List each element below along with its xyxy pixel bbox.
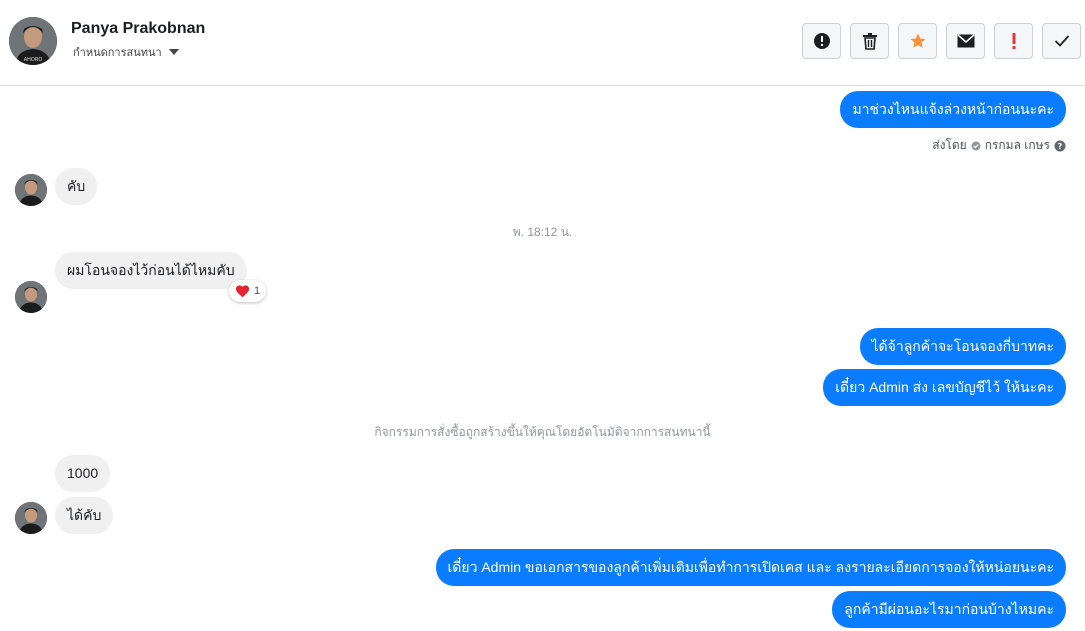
outgoing-message[interactable]: ได้จ้าลูกค้าจะโอนจองกี่บาทคะ bbox=[859, 328, 1066, 365]
exclamation-icon bbox=[1012, 33, 1015, 49]
important-button[interactable] bbox=[994, 23, 1033, 59]
person-photo-icon bbox=[15, 281, 47, 313]
outgoing-message[interactable]: มาช่วงไหนแจ้งล่วงหน้าก่อนนะคะ bbox=[840, 91, 1066, 128]
incoming-message[interactable]: คับ bbox=[55, 168, 98, 205]
sent-by-info: ส่งโดย กรกมล เกษร ? bbox=[932, 136, 1066, 155]
message-reaction[interactable]: 1 bbox=[229, 280, 267, 302]
heart-icon bbox=[235, 285, 250, 298]
incoming-message[interactable]: ได้คับ bbox=[55, 497, 114, 534]
message-thread[interactable]: มาช่วงไหนแจ้งล่วงหน้าก่อนนะคะ ส่งโดย กรก… bbox=[0, 86, 1085, 631]
conversation-setting-dropdown[interactable]: กำหนดการสนทนา bbox=[73, 43, 179, 61]
spam-alert-button[interactable] bbox=[802, 23, 841, 59]
conversation-header: AHORO Panya Prakobnan กำหนดการสนทนา bbox=[0, 0, 1085, 86]
reaction-count: 1 bbox=[254, 285, 261, 297]
person-photo-icon bbox=[15, 502, 47, 534]
outgoing-message[interactable]: ลูกค้ามีผ่อนอะไรมาก่อนบ้างไหมคะ bbox=[832, 591, 1066, 628]
help-icon[interactable]: ? bbox=[1054, 140, 1066, 152]
delete-button[interactable] bbox=[850, 23, 889, 59]
envelope-icon bbox=[957, 34, 974, 48]
star-icon bbox=[910, 33, 925, 48]
conversation-setting-label: กำหนดการสนทนา bbox=[73, 47, 162, 59]
svg-text:?: ? bbox=[1058, 142, 1063, 151]
check-icon bbox=[1054, 35, 1069, 47]
svg-text:AHORO: AHORO bbox=[24, 57, 43, 63]
incoming-message[interactable]: 1000 bbox=[55, 455, 111, 492]
sender-avatar[interactable] bbox=[15, 281, 47, 313]
outgoing-message[interactable]: เดี๋ยว Admin ขอเอกสารของลูกค้าเพิ่มเติมเ… bbox=[435, 549, 1066, 586]
exclamation-circle-icon bbox=[813, 33, 830, 49]
conversation-toolbar bbox=[802, 23, 1081, 59]
sender-avatar[interactable] bbox=[15, 502, 47, 534]
sent-by-label: ส่งโดย bbox=[932, 138, 967, 152]
person-photo-icon: AHORO bbox=[9, 17, 57, 65]
contact-name[interactable]: Panya Prakobnan bbox=[71, 20, 205, 38]
verified-check-icon bbox=[971, 141, 981, 150]
mark-unread-button[interactable] bbox=[946, 23, 985, 59]
caret-down-icon bbox=[168, 49, 179, 55]
incoming-message[interactable]: ผมโอนจองไว้ก่อนได้ไหมคับ bbox=[55, 252, 247, 289]
trash-icon bbox=[862, 33, 877, 50]
system-note: กิจกรรมการสั่งซื้อถูกสร้างขึ้นให้คุณโดยอ… bbox=[374, 425, 711, 439]
contact-avatar[interactable]: AHORO bbox=[9, 17, 57, 65]
star-button[interactable] bbox=[898, 23, 937, 59]
person-photo-icon bbox=[15, 174, 47, 206]
message-timestamp: พ. 18:12 น. bbox=[512, 225, 573, 239]
done-button[interactable] bbox=[1042, 23, 1081, 59]
sent-by-name: กรกมล เกษร bbox=[984, 138, 1050, 152]
sender-avatar[interactable] bbox=[15, 174, 47, 206]
outgoing-message[interactable]: เดี๋ยว Admin ส่ง เลขบัญชีไว้ ให้นะคะ bbox=[823, 369, 1066, 406]
